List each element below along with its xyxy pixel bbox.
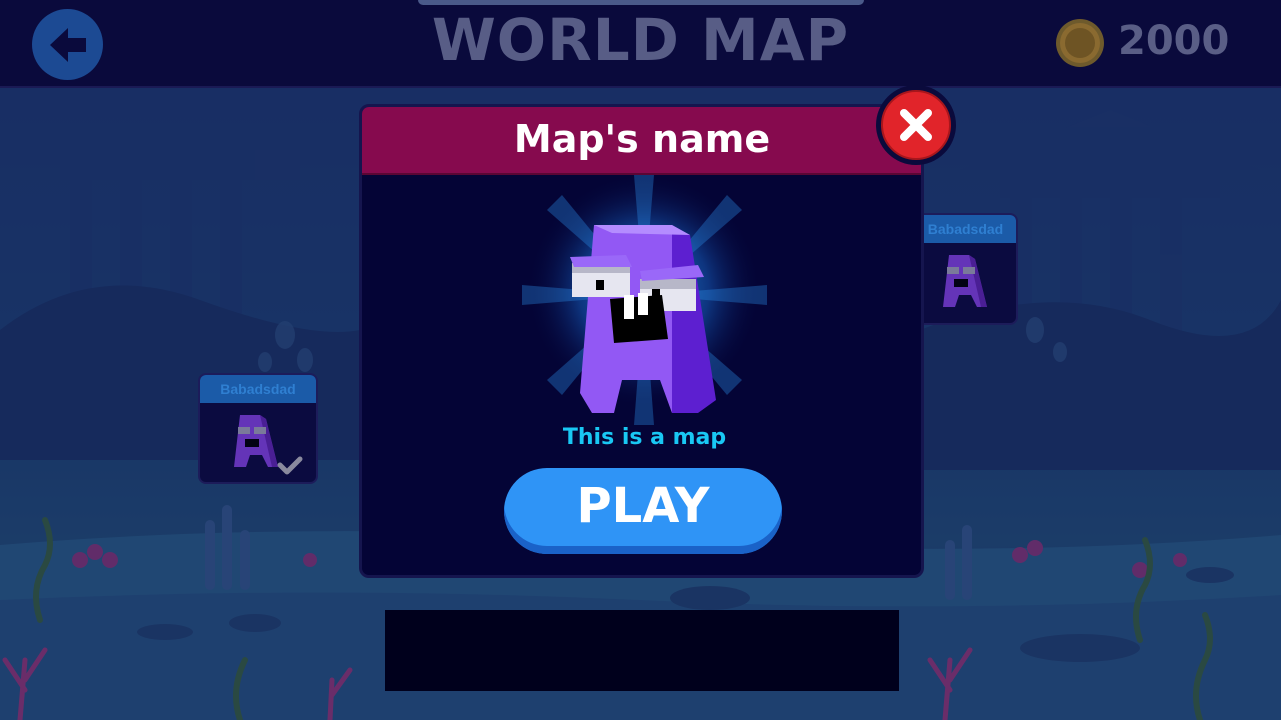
coin-icon: [1056, 19, 1104, 67]
close-button[interactable]: [876, 85, 956, 165]
close-icon: [900, 109, 932, 141]
character-thumbnail: [943, 255, 987, 307]
modal-title: Map's name: [513, 117, 771, 161]
coin-count: 2000: [1118, 18, 1230, 64]
level-card[interactable]: Babadsdad: [198, 373, 318, 484]
top-bar: WORLD MAP 2000: [0, 0, 1281, 88]
play-button-label: PLAY: [576, 478, 710, 534]
map-character-image: [522, 175, 767, 425]
map-details-modal: Map's name This is a map PLAY: [359, 104, 924, 578]
top-bar-tab: [418, 0, 864, 5]
level-card[interactable]: Babadsdad: [913, 213, 1018, 325]
play-button[interactable]: PLAY: [504, 468, 782, 554]
level-card-title: Babadsdad: [200, 375, 316, 403]
close-button-circle: [881, 90, 951, 160]
modal-header: Map's name: [362, 107, 921, 175]
ad-banner[interactable]: [385, 610, 899, 691]
character-thumbnail: [234, 415, 303, 475]
level-card-title: Babadsdad: [915, 215, 1016, 243]
checkmark-icon: [277, 456, 303, 475]
map-description: This is a map: [562, 425, 727, 450]
